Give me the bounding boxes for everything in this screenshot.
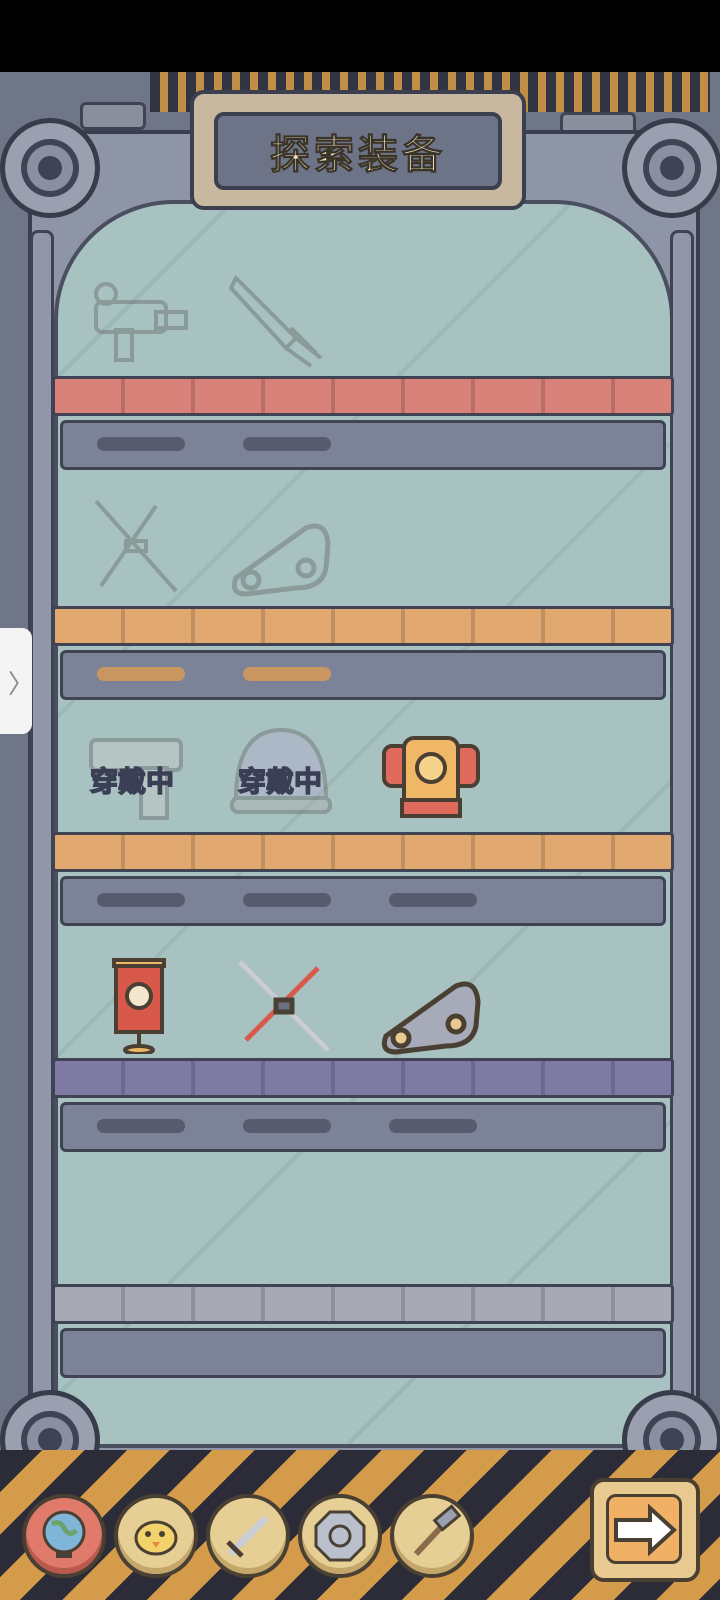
rail-slot [243,437,331,451]
sword-icon [226,1515,269,1558]
title-plate: 探索装备 [190,90,526,210]
shield-button[interactable] [298,1494,382,1578]
rail-slot [97,1119,185,1133]
shelf-plank [52,1058,674,1098]
shelf-rail [60,1328,666,1378]
crossed-swords-icon[interactable] [86,496,196,596]
gear-icon [0,118,100,218]
globe-button[interactable] [22,1494,106,1578]
gear-icon [622,118,720,218]
armor-icon[interactable] [376,730,486,830]
tank-tread-icon[interactable] [376,966,486,1066]
chevron-right-icon: 〉 [8,670,35,700]
pipe [80,102,146,130]
tools-button[interactable] [390,1494,474,1578]
shelf-plank [52,606,674,646]
chick-button[interactable] [114,1494,198,1578]
shelf-plank [52,1284,674,1324]
rail-slot [97,667,185,681]
shelf-rail [60,1102,666,1152]
shelf-plank [52,376,674,416]
title-inner: 探索装备 [214,112,502,190]
shelf-rail [60,420,666,470]
right-arrow-icon [614,1503,677,1557]
rail-slot [243,667,331,681]
shelf-rail [60,650,666,700]
wearing-label: 穿戴中 [89,764,175,799]
wearing-label: 穿戴中 [237,764,323,799]
globe-icon [42,1510,86,1558]
chick-icon [134,1520,178,1556]
shelf-rail [60,876,666,926]
sword-button[interactable] [206,1494,290,1578]
rail-slot [389,893,477,907]
banner-icon[interactable] [86,954,196,1056]
next-button[interactable] [590,1478,700,1582]
rail-slot [243,893,331,907]
hammer-wrench-icon [413,1504,462,1557]
page-title: 探索装备 [270,132,446,179]
side-drawer-tab[interactable]: 〉 [0,628,35,734]
status-bar [0,0,720,72]
crossed-swords-icon[interactable] [232,956,342,1056]
rail-slot [389,1119,477,1133]
octagon-shield-icon [314,1510,366,1562]
blaster-gun-icon[interactable] [86,272,196,372]
rail-slot [97,437,185,451]
tank-tread-icon[interactable] [226,508,336,608]
rail-slot [97,893,185,907]
knife-icon[interactable] [226,268,336,368]
left-pillar [30,230,54,1436]
rail-slot [243,1119,331,1133]
shelf-plank [52,832,674,872]
